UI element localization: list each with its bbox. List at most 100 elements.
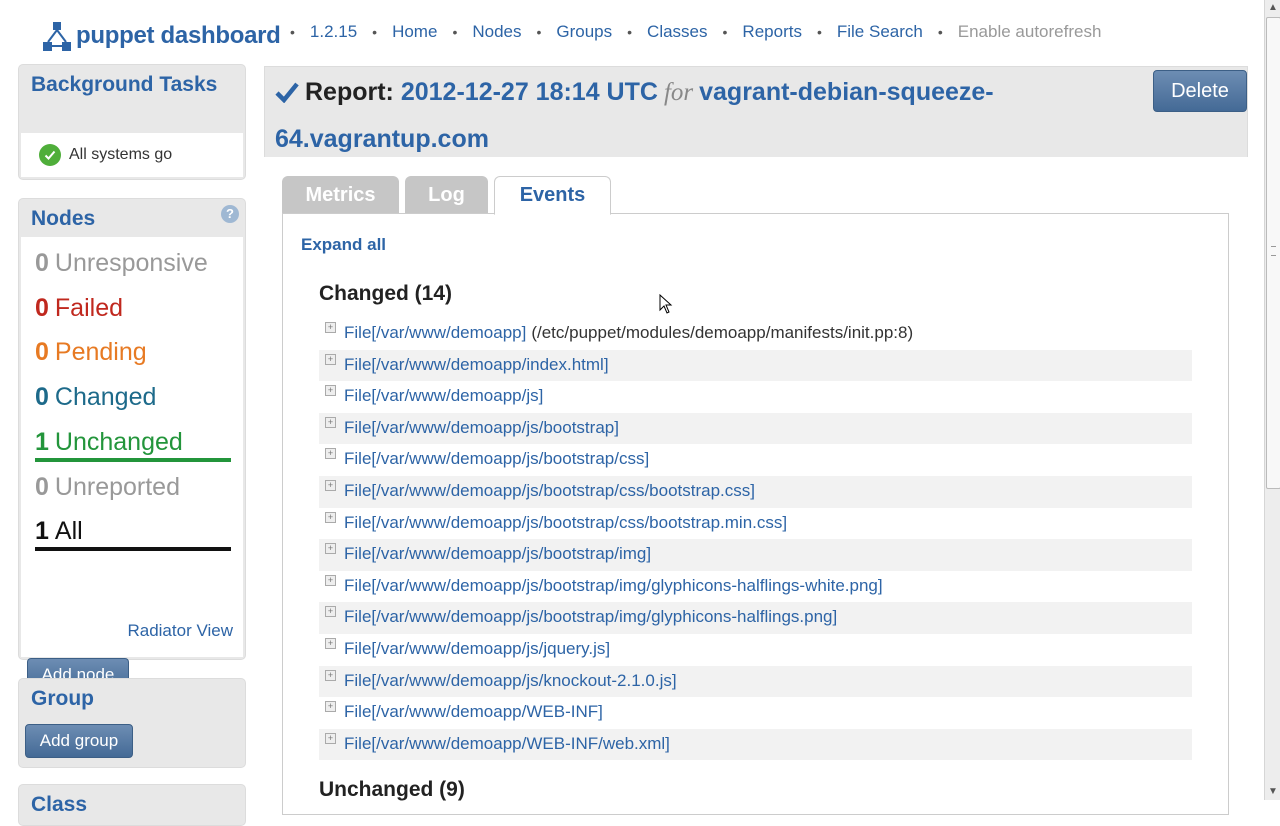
tab-events[interactable]: Events xyxy=(494,176,611,215)
top-header: puppet dashboard • 1.2.15 • Home • Nodes • Grou… xyxy=(0,0,1264,66)
expand-all-link[interactable]: Expand all xyxy=(301,235,386,255)
event-row: + File[/var/www/demoapp/WEB-INF/web.xml] xyxy=(319,728,1192,761)
report-title: Report: 2012-12-27 18:14 UTC for vagrant-d… xyxy=(275,69,1115,162)
node-stat-count: 0 xyxy=(35,383,49,412)
node-stat-underline xyxy=(35,547,231,552)
nav-item-enable-autorefresh[interactable]: Enable autorefresh xyxy=(958,22,1102,42)
event-entry: File[/var/www/demoapp/js/bootstrap/img/g… xyxy=(344,576,883,596)
event-row: + File[/var/www/demoapp/js/bootstrap/img/… xyxy=(319,571,1192,603)
event-resource-link[interactable]: File[/var/www/demoapp/index.html] xyxy=(344,355,609,374)
node-stat-label: Unreported xyxy=(54,472,180,501)
tab-metrics[interactable]: Metrics xyxy=(282,176,399,214)
node-stat-unreported[interactable]: 0 Unreported xyxy=(35,467,231,507)
node-stat-failed[interactable]: 0 Failed xyxy=(35,288,231,328)
delete-button[interactable]: Delete xyxy=(1153,70,1247,112)
node-stat-count: 0 xyxy=(35,293,49,322)
node-stat-count: 0 xyxy=(35,249,49,277)
expand-plus-icon[interactable]: + xyxy=(325,416,336,428)
report-title-prefix: Report: xyxy=(305,78,394,106)
event-row: + File[/var/www/demoapp/js/bootstrap] xyxy=(319,412,1192,445)
node-stat-label: Unchanged xyxy=(54,427,183,456)
event-resource-link[interactable]: File[/var/www/demoapp/js] xyxy=(344,386,543,405)
group-panel: Group Add group xyxy=(18,678,246,768)
expand-plus-icon[interactable]: + xyxy=(325,701,336,713)
node-stat-underline xyxy=(35,457,231,462)
event-entry: File[/var/www/demoapp/js/bootstrap] xyxy=(344,418,619,438)
expand-plus-icon[interactable]: + xyxy=(325,511,336,523)
nav-item-nodes[interactable]: Nodes xyxy=(472,22,521,42)
nav-separator: • xyxy=(722,24,728,40)
help-icon[interactable]: ? xyxy=(221,205,239,223)
nav-item-home[interactable]: Home xyxy=(392,22,437,42)
unchanged-heading: Unchanged (9) xyxy=(319,778,465,801)
scroll-thumb[interactable] xyxy=(1266,17,1280,489)
tab-log[interactable]: Log xyxy=(405,176,488,214)
node-stat-count: 1 xyxy=(35,427,49,456)
classes-panel: Class xyxy=(18,784,246,826)
event-entry: File[/var/www/demoapp/WEB-INF/web.xml] xyxy=(344,734,670,754)
expand-plus-icon[interactable]: + xyxy=(325,479,336,491)
changed-heading: Changed (14) xyxy=(319,282,453,305)
event-row: + File[/var/www/demoapp/WEB-INF] xyxy=(319,697,1192,729)
scroll-up-arrow-icon[interactable]: ▲ xyxy=(1265,0,1280,16)
nav-separator: • xyxy=(452,24,458,40)
nav-item-reports[interactable]: Reports xyxy=(742,22,802,42)
radiator-view-link[interactable]: Radiator View xyxy=(127,621,233,641)
expand-plus-icon[interactable]: + xyxy=(325,574,336,586)
node-stat-count: 0 xyxy=(35,472,49,501)
event-resource-link[interactable]: File[/var/www/demoapp/js/bootstrap/css/b… xyxy=(344,481,755,500)
for-word: for xyxy=(663,79,694,106)
node-stat-unchanged[interactable]: 1 Unchanged xyxy=(35,422,231,462)
expand-plus-icon[interactable]: + xyxy=(325,732,336,744)
nav-separator: • xyxy=(816,24,822,40)
main-nav: • 1.2.15 • Home • Nodes • Groups • Classes • Report… xyxy=(290,22,1116,42)
expand-plus-icon[interactable]: + xyxy=(325,322,336,333)
event-resource-link[interactable]: File[/var/www/demoapp/WEB-INF] xyxy=(344,702,603,721)
node-stat-changed[interactable]: 0 Changed xyxy=(35,377,231,417)
expand-plus-icon[interactable]: + xyxy=(325,606,336,618)
node-stat-all[interactable]: 1 All xyxy=(35,511,231,551)
report-timestamp-link[interactable]: 2012-12-27 18:14 UTC xyxy=(401,78,658,106)
node-stat-unresponsive[interactable]: 0 Unresponsive xyxy=(35,243,231,283)
expand-plus-icon[interactable]: + xyxy=(325,637,336,649)
event-resource-link[interactable]: File[/var/www/demoapp/js/bootstrap] xyxy=(344,418,619,437)
event-resource-link[interactable]: File[/var/www/demoapp/js/bootstrap/img/g… xyxy=(344,576,883,595)
nav-item-classes[interactable]: Classes xyxy=(647,22,707,42)
nav-separator: • xyxy=(536,24,542,40)
event-row: + File[/var/www/demoapp/js/bootstrap/css/… xyxy=(319,475,1192,508)
classes-title: Class xyxy=(31,793,88,816)
node-stat-label: Failed xyxy=(54,293,123,322)
node-stat-label: Unresponsive xyxy=(54,249,208,277)
expand-plus-icon[interactable]: + xyxy=(325,448,336,460)
event-resource-link[interactable]: File[/var/www/demoapp/js/knockout-2.1.0.… xyxy=(344,671,677,690)
scroll-down-arrow-icon[interactable]: ▼ xyxy=(1265,784,1280,800)
event-entry: File[/var/www/demoapp/js/bootstrap/css/b… xyxy=(344,513,787,533)
node-stats: 0 Unresponsive 0 Failed 0 Pending 0 Changed 1 Unc… xyxy=(21,237,243,692)
event-resource-link[interactable]: File[/var/www/demoapp] xyxy=(344,323,526,342)
event-resource-link[interactable]: File[/var/www/demoapp/js/bootstrap/css] xyxy=(344,449,649,468)
event-resource-link[interactable]: File[/var/www/demoapp/js/jquery.js] xyxy=(344,639,610,658)
expand-plus-icon[interactable]: + xyxy=(325,669,336,681)
event-resource-link[interactable]: File[/var/www/demoapp/js/bootstrap/css/b… xyxy=(344,513,787,532)
expand-plus-icon[interactable]: + xyxy=(325,543,336,555)
nav-item-groups[interactable]: Groups xyxy=(556,22,612,42)
event-row: + File[/var/www/demoapp/js/jquery.js] xyxy=(319,634,1192,666)
event-resource-link[interactable]: File[/var/www/demoapp/WEB-INF/web.xml] xyxy=(344,734,670,753)
event-entry: File[/var/www/demoapp/js/bootstrap/css/b… xyxy=(344,481,755,501)
puppet-logo-icon xyxy=(43,22,71,51)
node-stat-pending[interactable]: 0 Pending xyxy=(35,332,231,372)
nav-separator: • xyxy=(937,24,943,40)
nav-item-file-search[interactable]: File Search xyxy=(837,22,923,42)
nav-item-1-2-15[interactable]: 1.2.15 xyxy=(310,22,357,42)
event-resource-link[interactable]: File[/var/www/demoapp/js/bootstrap/img/g… xyxy=(344,607,837,626)
expand-plus-icon[interactable]: + xyxy=(325,385,336,397)
event-resource-link[interactable]: File[/var/www/demoapp/js/bootstrap/img] xyxy=(344,544,651,563)
event-entry: File[/var/www/demoapp] (/etc/puppet/modul… xyxy=(344,323,913,343)
expand-plus-icon[interactable]: + xyxy=(325,353,336,365)
report-header: Report: 2012-12-27 18:14 UTC for vagrant-d… xyxy=(264,66,1248,157)
puppet-dashboard-logo[interactable]: puppet dashboard xyxy=(40,17,281,55)
vertical-scrollbar[interactable]: ▲ ▼ xyxy=(1264,0,1280,800)
add-group-button[interactable]: Add group xyxy=(25,724,133,758)
node-stat-label: Pending xyxy=(54,338,147,367)
checkmark-circle-icon xyxy=(39,144,61,166)
